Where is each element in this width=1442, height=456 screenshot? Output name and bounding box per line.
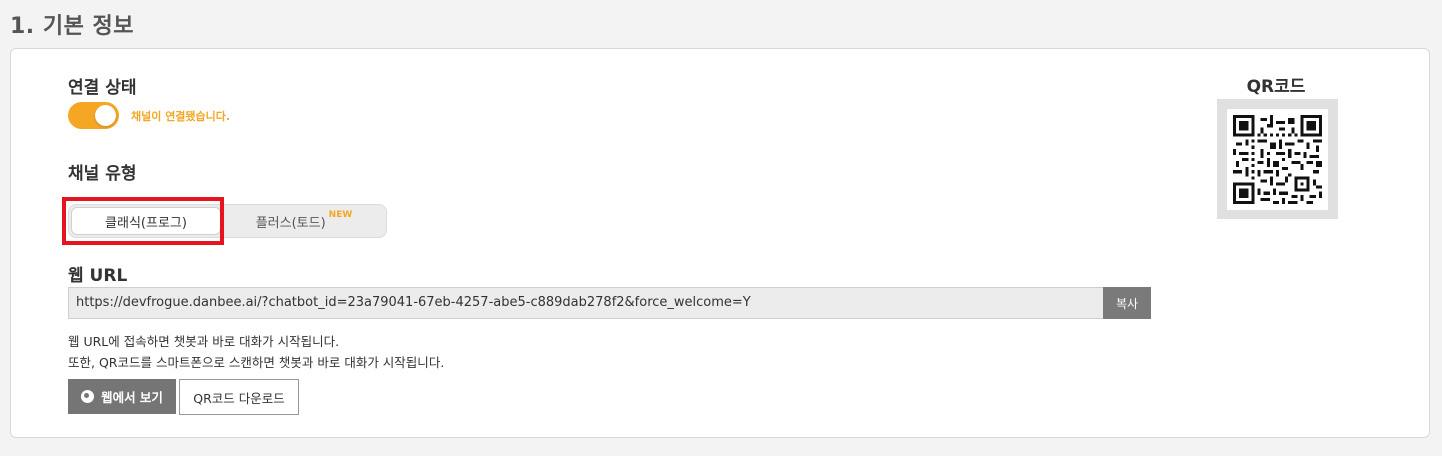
description-line-1: 웹 URL에 접속하면 챗봇과 바로 대화가 시작됩니다.: [68, 334, 340, 349]
connection-status-label: 연결 상태: [68, 78, 137, 98]
globe-icon: [81, 390, 95, 403]
section-title: 1. 기본 정보: [10, 14, 134, 39]
view-on-web-button[interactable]: 웹에서 보기: [68, 379, 176, 414]
channel-type-option-label: 플러스(토드): [255, 215, 326, 231]
view-on-web-label: 웹에서 보기: [101, 390, 163, 405]
connection-status-text: 채널이 연결됐습니다.: [131, 110, 231, 123]
qr-code-frame: [1217, 99, 1338, 219]
qr-download-button[interactable]: QR코드 다운로드: [179, 379, 299, 415]
basic-info-card: 연결 상태 채널이 연결됐습니다. 채널 유형 클래식(프로그) 플러스(토드)…: [10, 48, 1430, 438]
qr-code-title: QR코드: [1246, 77, 1306, 97]
connection-toggle[interactable]: [68, 102, 119, 129]
toggle-knob: [95, 105, 116, 126]
highlight-box: [62, 197, 224, 245]
qr-code-image: [1233, 114, 1322, 204]
description-line-2: 또한, QR코드를 스마트폰으로 스캔하면 챗봇과 바로 대화가 시작됩니다.: [68, 355, 445, 370]
channel-type-option-plus[interactable]: 플러스(토드) NEW: [224, 207, 384, 235]
copy-button[interactable]: 복사: [1103, 287, 1151, 319]
channel-type-label: 채널 유형: [68, 164, 137, 184]
web-url-label: 웹 URL: [68, 266, 128, 286]
new-badge: NEW: [328, 210, 353, 220]
web-url-field[interactable]: https://devfrogue.danbee.ai/?chatbot_id=…: [68, 287, 1104, 319]
